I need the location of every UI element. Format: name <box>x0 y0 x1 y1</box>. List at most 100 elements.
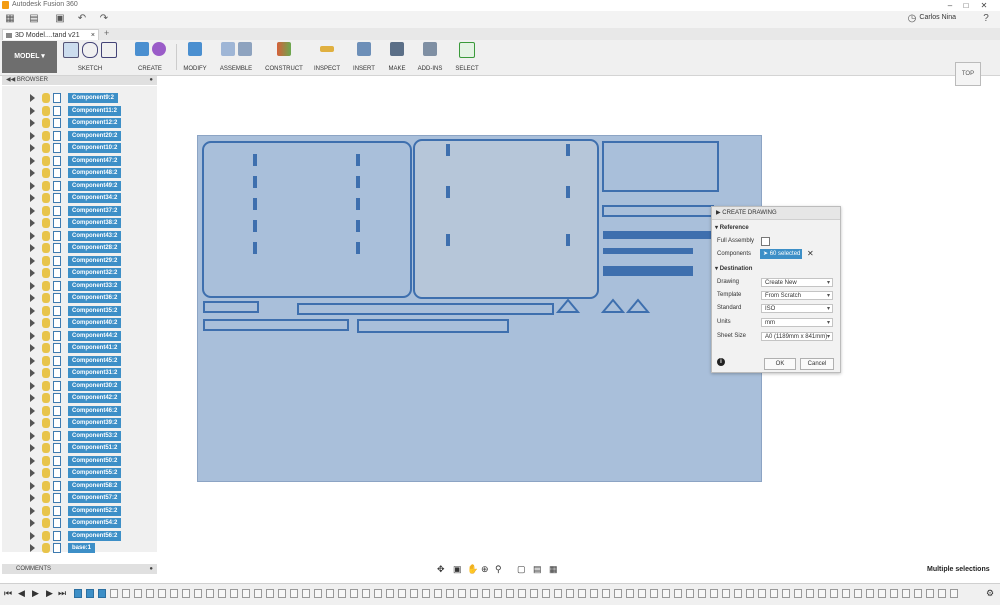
browser-item[interactable]: Component34:2 <box>2 192 157 204</box>
browser-item[interactable]: Component58:2 <box>2 480 157 492</box>
visibility-bulb-icon[interactable] <box>42 193 50 203</box>
viewports-icon[interactable]: ▦ <box>549 564 558 575</box>
timeline-feature-icon[interactable] <box>530 589 538 598</box>
expand-arrow-icon[interactable] <box>30 131 35 140</box>
new-tab-icon[interactable]: + <box>104 28 109 38</box>
visibility-bulb-icon[interactable] <box>42 118 50 128</box>
components-selection-button[interactable]: ➤ 60 selected <box>760 249 802 259</box>
timeline-feature-icon[interactable] <box>206 589 214 598</box>
insert-image-icon[interactable] <box>357 42 371 56</box>
play-icon[interactable]: ▶ <box>32 588 39 599</box>
timeline-feature-icon[interactable] <box>710 589 718 598</box>
timeline-feature-icon[interactable] <box>518 589 526 598</box>
timeline-feature-icon[interactable] <box>386 589 394 598</box>
timeline-feature-icon[interactable] <box>254 589 262 598</box>
timeline-feature-icon[interactable] <box>794 589 802 598</box>
expand-arrow-icon[interactable] <box>30 431 35 440</box>
grid-settings-icon[interactable]: ▤ <box>533 564 542 575</box>
visibility-bulb-icon[interactable] <box>42 480 50 491</box>
timeline-feature-icon[interactable] <box>86 589 94 598</box>
browser-item[interactable]: Component10:2 <box>2 142 157 154</box>
timeline-feature-icon[interactable] <box>878 589 886 598</box>
undo-icon[interactable]: ↶ <box>76 13 88 25</box>
redo-icon[interactable]: ↷ <box>98 13 110 25</box>
browser-item[interactable]: Component28:2 <box>2 242 157 254</box>
scripts-icon[interactable] <box>423 42 437 56</box>
expand-arrow-icon[interactable] <box>30 519 35 527</box>
browser-item[interactable]: Component54:2 <box>2 517 157 529</box>
comments-options-icon[interactable]: ● <box>149 564 153 574</box>
user-name[interactable]: Carlos Nina <box>919 14 956 21</box>
browser-item[interactable]: Component56:2 <box>2 530 157 542</box>
visibility-bulb-icon[interactable] <box>42 518 50 528</box>
timeline-feature-icon[interactable] <box>98 589 106 598</box>
timeline-feature-icon[interactable] <box>338 589 346 598</box>
expand-arrow-icon[interactable] <box>30 219 35 227</box>
viewcube-top-face[interactable]: TOP <box>955 62 981 86</box>
display-settings-icon[interactable]: ▢ <box>517 564 526 575</box>
timeline-feature-icon[interactable] <box>458 589 466 598</box>
help-icon[interactable]: ? <box>980 13 992 25</box>
timeline-feature-icon[interactable] <box>818 589 826 598</box>
visibility-bulb-icon[interactable] <box>42 368 50 378</box>
browser-item[interactable]: Component31:2 <box>2 367 157 379</box>
visibility-bulb-icon[interactable] <box>42 355 50 366</box>
ok-button[interactable]: OK <box>764 358 796 370</box>
modify-group[interactable]: MODIFY <box>180 42 210 72</box>
browser-item[interactable]: Component35:2 <box>2 305 157 317</box>
timeline-feature-icon[interactable] <box>746 589 754 598</box>
timeline-feature-icon[interactable] <box>314 589 322 598</box>
visibility-bulb-icon[interactable] <box>42 168 50 178</box>
browser-header[interactable]: ◀◀ BROWSER ● <box>2 76 157 85</box>
viewcube[interactable]: TOP <box>952 56 982 90</box>
expand-arrow-icon[interactable] <box>30 356 35 365</box>
timeline-feature-icon[interactable] <box>218 589 226 598</box>
sketch-group[interactable]: SKETCH <box>60 42 120 72</box>
expand-arrow-icon[interactable] <box>30 531 35 540</box>
timeline-settings-icon[interactable]: ⚙ <box>986 588 994 599</box>
timeline-feature-icon[interactable] <box>122 589 130 598</box>
timeline-feature-icon[interactable] <box>770 589 778 598</box>
timeline-feature-icon[interactable] <box>446 589 454 598</box>
minimize-button[interactable]: – <box>942 0 958 11</box>
expand-arrow-icon[interactable] <box>30 469 35 477</box>
timeline-feature-icon[interactable] <box>590 589 598 598</box>
visibility-bulb-icon[interactable] <box>42 293 50 303</box>
go-to-start-icon[interactable]: ⏮ <box>4 588 12 599</box>
timeline-feature-icon[interactable] <box>194 589 202 598</box>
expand-arrow-icon[interactable] <box>30 506 35 515</box>
full-assembly-checkbox[interactable] <box>761 237 770 246</box>
timeline-feature-icon[interactable] <box>410 589 418 598</box>
timeline-feature-icon[interactable] <box>698 589 706 598</box>
browser-item[interactable]: Component42:2 <box>2 392 157 404</box>
visibility-bulb-icon[interactable] <box>42 393 50 403</box>
expand-arrow-icon[interactable] <box>30 481 35 490</box>
clear-selection-icon[interactable]: ✕ <box>807 249 814 258</box>
timeline-feature-icon[interactable] <box>626 589 634 598</box>
visibility-bulb-icon[interactable] <box>42 243 50 253</box>
construct-group[interactable]: CONSTRUCT <box>262 42 306 72</box>
comments-panel-header[interactable]: COMMENTS ● <box>2 564 157 574</box>
expand-arrow-icon[interactable] <box>30 156 35 165</box>
visibility-bulb-icon[interactable] <box>42 418 50 428</box>
inspect-group[interactable]: INSPECT <box>312 42 342 72</box>
timeline-feature-icon[interactable] <box>278 589 286 598</box>
3d-print-icon[interactable] <box>390 42 404 56</box>
browser-item[interactable]: Component57:2 <box>2 492 157 504</box>
timeline-feature-icon[interactable] <box>398 589 406 598</box>
create-sketch-icon[interactable] <box>63 42 79 58</box>
timeline-feature-icon[interactable] <box>482 589 490 598</box>
expand-arrow-icon[interactable] <box>30 194 35 202</box>
expand-arrow-icon[interactable] <box>30 494 35 502</box>
expand-arrow-icon[interactable] <box>30 144 35 152</box>
reference-section-header[interactable]: ▾ Reference <box>715 224 749 231</box>
visibility-bulb-icon[interactable] <box>42 280 50 291</box>
visibility-bulb-icon[interactable] <box>42 230 50 241</box>
create-group[interactable]: CREATE <box>128 42 172 72</box>
visibility-bulb-icon[interactable] <box>42 530 50 541</box>
select-arrow-icon[interactable] <box>459 42 475 58</box>
timeline-feature-icon[interactable] <box>158 589 166 598</box>
expand-arrow-icon[interactable] <box>30 406 35 415</box>
expand-arrow-icon[interactable] <box>30 456 35 465</box>
browser-item[interactable]: Component43:2 <box>2 230 157 242</box>
